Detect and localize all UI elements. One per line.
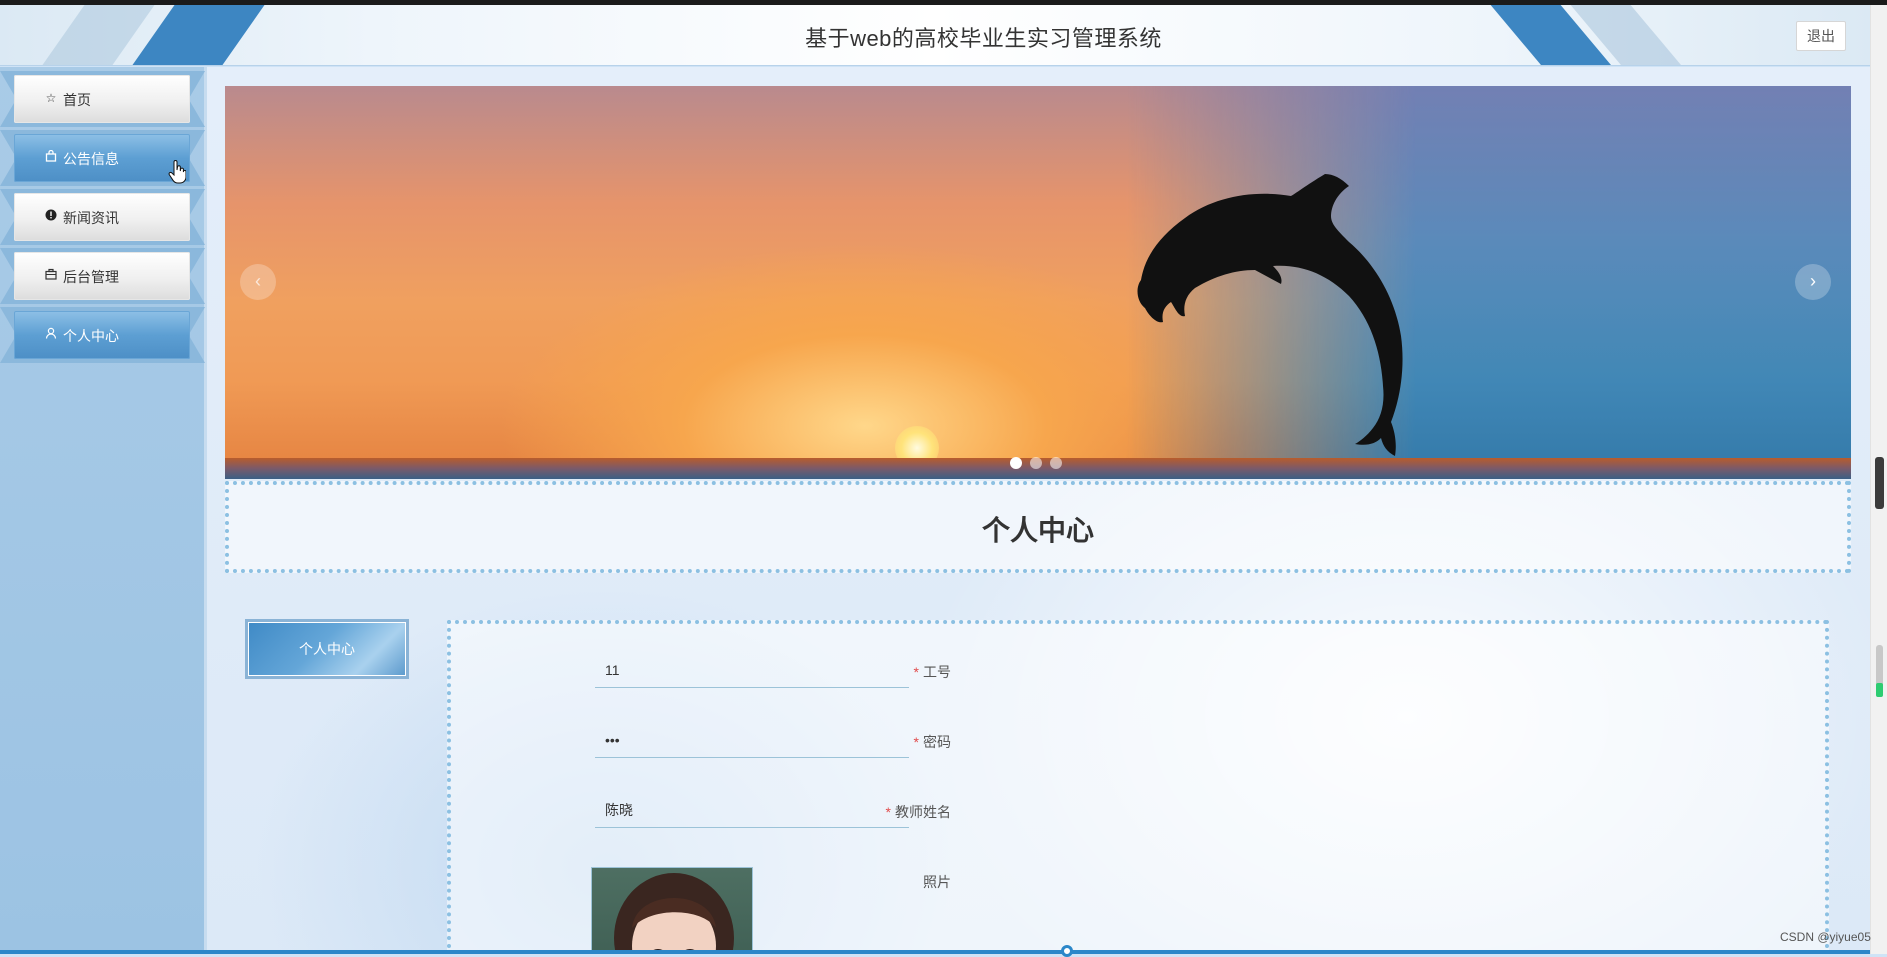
required-mark: *	[913, 734, 919, 750]
sidebar-item-profile[interactable]: 个人中心	[0, 307, 205, 363]
secondary-scroll-indicator	[1876, 645, 1883, 697]
info-icon	[44, 209, 58, 223]
carousel-dot[interactable]	[1030, 457, 1042, 469]
watermark: CSDN @yiyue05	[1780, 930, 1871, 944]
app-title: 基于web的高校毕业生实习管理系统	[805, 26, 1162, 51]
banner-carousel[interactable]: ‹ ›	[225, 86, 1851, 479]
sidebar: ☆ 首页 公告信息 新闻资讯 后台管理 个人中心	[0, 67, 207, 954]
sidebar-item-home[interactable]: ☆ 首页	[0, 71, 205, 127]
sidebar-item-label: 后台管理	[63, 269, 119, 285]
field-label: 照片	[816, 872, 951, 892]
section-title-box: 个人中心	[225, 481, 1851, 573]
teacher-name-input[interactable]	[595, 792, 909, 828]
nav-item-pill	[14, 75, 190, 123]
form-row-name: * 教师姓名	[451, 790, 951, 830]
field-label-text: 工号	[923, 664, 951, 680]
user-icon	[44, 327, 58, 341]
header: 基于web的高校毕业生实习管理系统 退出	[0, 5, 1870, 66]
form-row-id: * 工号	[451, 650, 951, 690]
bottom-progress-bar	[0, 950, 1870, 954]
star-icon: ☆	[45, 91, 57, 105]
sidebar-item-label: 个人中心	[63, 328, 119, 344]
bag-icon	[44, 149, 58, 164]
carousel-prev-button[interactable]: ‹	[240, 264, 276, 300]
progress-knob[interactable]	[1061, 945, 1073, 957]
required-mark: *	[913, 664, 919, 680]
logout-button[interactable]: 退出	[1796, 21, 1846, 51]
tab-profile[interactable]: 个人中心	[245, 619, 409, 679]
field-label-text: 密码	[923, 734, 951, 750]
main-content: ‹ › 个人中心 个人中心 *工号 *密码 *教师姓名 照片	[207, 67, 1870, 954]
briefcase-icon	[44, 268, 58, 282]
employee-id-input[interactable]	[595, 652, 909, 688]
scrollbar-thumb[interactable]	[1875, 457, 1884, 509]
hand-cursor-icon	[168, 160, 186, 184]
scroll-indicator-fill	[1876, 683, 1883, 697]
sidebar-item-label: 首页	[63, 92, 91, 108]
carousel-indicators	[1010, 456, 1070, 469]
password-input[interactable]	[595, 722, 909, 758]
form-row-password: * 密码	[451, 720, 951, 760]
carousel-next-button[interactable]: ›	[1795, 264, 1831, 300]
sidebar-item-admin[interactable]: 后台管理	[0, 248, 205, 304]
dolphin-silhouette-icon	[1137, 174, 1403, 456]
portrait-image	[614, 873, 734, 954]
profile-photo[interactable]	[591, 867, 753, 954]
carousel-dot[interactable]	[1050, 457, 1062, 469]
sidebar-item-label: 公告信息	[63, 151, 119, 167]
page-title: 个人中心	[981, 515, 1094, 546]
vertical-scrollbar[interactable]	[1870, 5, 1887, 954]
carousel-dot[interactable]	[1010, 457, 1022, 469]
sidebar-item-news[interactable]: 新闻资讯	[0, 189, 205, 245]
field-label-text: 照片	[923, 874, 951, 890]
sidebar-item-label: 新闻资讯	[63, 210, 119, 226]
